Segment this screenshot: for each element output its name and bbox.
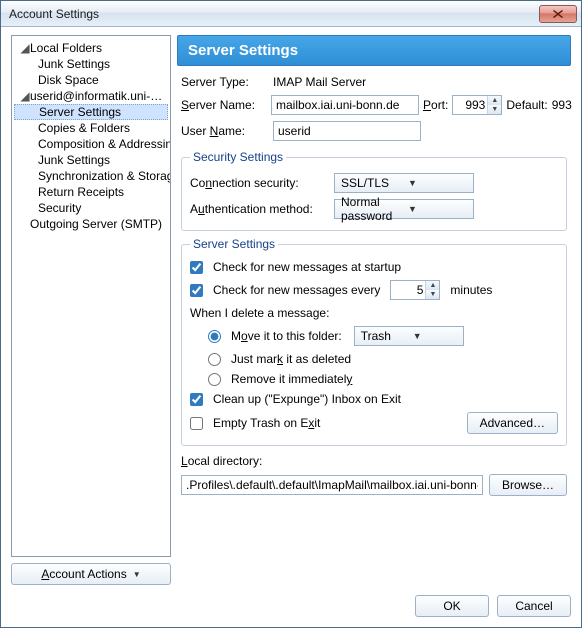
interval-input[interactable] [391,281,425,299]
local-dir-input[interactable] [181,475,483,495]
username-input[interactable] [273,121,421,141]
default-port-label: Default: [506,98,547,112]
connection-security-label: Connection security: [190,176,328,190]
port-label: Port: [423,98,448,112]
tree-item-server-settings[interactable]: Server Settings [14,104,168,120]
close-button[interactable] [539,5,577,23]
tree-item-junk-settings-acct[interactable]: Junk Settings [14,152,168,168]
spin-up-icon[interactable]: ▲ [488,96,501,105]
tree-item-sync-storage[interactable]: Synchronization & Storage [14,168,168,184]
delete-header: When I delete a message: [190,306,329,320]
spin-down-icon[interactable]: ▼ [488,105,501,114]
expunge-label: Clean up ("Expunge") Inbox on Exit [213,392,401,406]
username-label: User Name: [181,124,267,138]
chevron-down-icon: ▼ [413,331,459,341]
server-type-value: IMAP Mail Server [273,75,366,89]
delete-remove-label: Remove it immediately [231,372,352,386]
browse-button[interactable]: Browse… [489,474,567,496]
expunge-checkbox[interactable] [190,393,203,406]
check-startup-label: Check for new messages at startup [213,260,401,274]
tree-node-account[interactable]: ◢userid@informatik.uni-bonn.de [14,88,168,104]
chevron-down-icon: ▼ [408,178,469,188]
delete-mark-radio[interactable] [208,353,221,366]
spin-up-icon[interactable]: ▲ [426,281,439,290]
server-name-input[interactable] [271,95,419,115]
server-type-label: Server Type: [181,75,267,89]
delete-move-radio[interactable] [208,330,221,343]
advanced-button[interactable]: Advanced… [467,412,558,434]
cancel-button[interactable]: Cancel [497,595,571,617]
empty-trash-label: Empty Trash on Exit [213,416,320,430]
tree-item-return-receipts[interactable]: Return Receipts [14,184,168,200]
delete-mark-label: Just mark it as deleted [231,352,351,366]
tree-item-junk-settings[interactable]: Junk Settings [14,56,168,72]
delete-move-label: Move it to this folder: [231,329,342,343]
close-icon [553,10,563,18]
dialog-body: ◢Local Folders Junk Settings Disk Space … [1,27,581,627]
trash-folder-select[interactable]: Trash▼ [354,326,464,346]
interval-spinner[interactable]: ▲▼ [390,280,440,300]
spin-down-icon[interactable]: ▼ [426,290,439,299]
ok-button[interactable]: OK [415,595,489,617]
account-settings-window: Account Settings ◢Local Folders Junk Set… [0,0,582,628]
check-startup-checkbox[interactable] [190,261,203,274]
check-every-label: Check for new messages every [213,283,380,297]
check-every-checkbox[interactable] [190,284,203,297]
server-name-label: Server Name: [181,98,267,112]
tree-item-disk-space[interactable]: Disk Space [14,72,168,88]
tree-item-smtp[interactable]: Outgoing Server (SMTP) [14,216,168,232]
server-settings-group: Server Settings Check for new messages a… [181,237,567,446]
chevron-down-icon: ▼ [408,204,469,214]
tree-node-local-folders[interactable]: ◢Local Folders [14,40,168,56]
titlebar: Account Settings [1,1,581,27]
security-settings-group: Security Settings Connection security: S… [181,150,567,231]
port-input[interactable] [453,96,487,114]
default-port-value: 993 [552,98,572,112]
accounts-tree[interactable]: ◢Local Folders Junk Settings Disk Space … [11,35,171,557]
auth-method-select[interactable]: Normal password▼ [334,199,474,219]
security-legend: Security Settings [190,150,286,164]
chevron-down-icon[interactable]: ◢ [20,41,30,55]
panel-header: Server Settings [177,35,571,66]
delete-remove-radio[interactable] [208,373,221,386]
local-dir-label: Local directory: [181,454,262,468]
tree-item-copies-folders[interactable]: Copies & Folders [14,120,168,136]
tree-item-security[interactable]: Security [14,200,168,216]
connection-security-select[interactable]: SSL/TLS▼ [334,173,474,193]
chevron-down-icon: ▼ [133,570,141,579]
port-spinner[interactable]: ▲▼ [452,95,502,115]
window-title: Account Settings [9,7,539,21]
auth-method-label: Authentication method: [190,202,328,216]
minutes-label: minutes [450,283,492,297]
tree-item-composition[interactable]: Composition & Addressing [14,136,168,152]
empty-trash-checkbox[interactable] [190,417,203,430]
chevron-down-icon[interactable]: ◢ [20,89,30,103]
account-actions-button[interactable]: Account Actions ▼ [11,563,171,585]
server-legend: Server Settings [190,237,278,251]
settings-panel: Server Settings Server Type: IMAP Mail S… [177,35,571,557]
